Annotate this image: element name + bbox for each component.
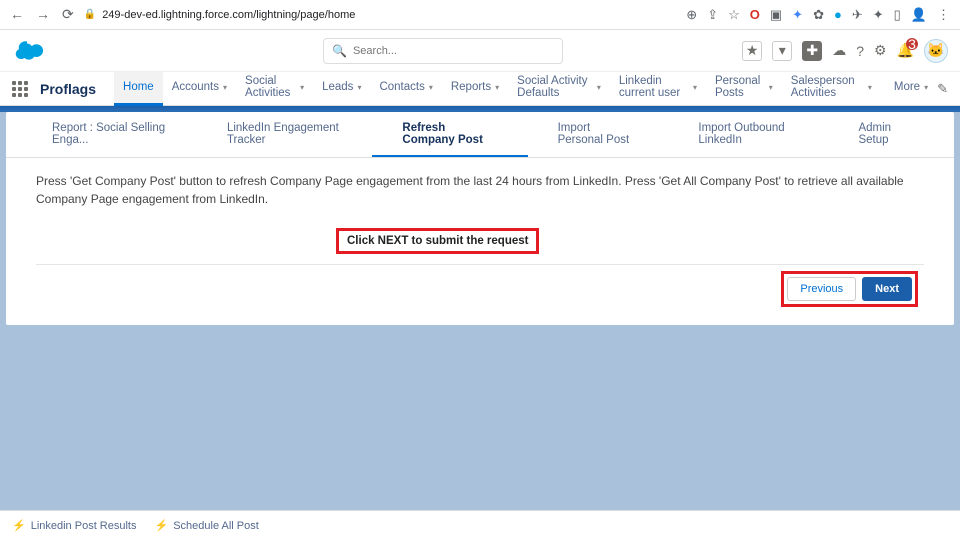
nav-personal-posts[interactable]: Personal Posts▾	[706, 72, 782, 106]
chevron-down-icon[interactable]: ▾	[597, 83, 601, 92]
chevron-down-icon[interactable]: ▾	[924, 83, 928, 92]
user-avatar-icon[interactable]: 🐱	[924, 39, 948, 63]
global-actions-icon[interactable]: ✚	[802, 41, 822, 61]
nav-more[interactable]: More▾	[885, 72, 937, 106]
utility-schedule-all-post[interactable]: ⚡ Schedule All Post	[154, 519, 258, 532]
tab-admin-setup[interactable]: Admin Setup	[828, 112, 938, 157]
highlight-submit-message: Click NEXT to submit the request	[336, 228, 539, 254]
instruction-text: Press 'Get Company Post' button to refre…	[36, 172, 924, 208]
forward-icon[interactable]: →	[36, 6, 50, 23]
lock-icon: 🔒	[84, 9, 96, 20]
url-text: 249-dev-ed.lightning.force.com/lightning…	[102, 9, 355, 21]
chevron-down-icon[interactable]: ▾	[429, 83, 433, 92]
nav-social-activity-defaults[interactable]: Social Activity Defaults▾	[508, 72, 610, 106]
nav-salesperson-activities[interactable]: Salesperson Activities▾	[782, 72, 881, 106]
wizard-buttons: Previous Next	[36, 265, 924, 315]
ext-icon-2[interactable]: ▣	[770, 7, 782, 23]
tab-panel: Press 'Get Company Post' button to refre…	[6, 158, 954, 325]
tab-report-social-selling[interactable]: Report : Social Selling Enga...	[22, 112, 197, 157]
previous-button[interactable]: Previous	[787, 277, 856, 301]
tab-import-personal-post[interactable]: Import Personal Post	[528, 112, 669, 157]
ext-icon-4[interactable]: ✿	[813, 7, 824, 23]
global-header: 🔍 ★ ▾ ✚ ☁ ? ⚙ 🔔3 🐱	[0, 30, 960, 72]
global-search[interactable]: 🔍	[323, 38, 563, 64]
utility-bar: ⚡ Linkedin Post Results ⚡ Schedule All P…	[0, 510, 960, 540]
address-bar[interactable]: 🔒 249-dev-ed.lightning.force.com/lightni…	[84, 9, 356, 21]
ext-icon-5[interactable]: ●	[834, 7, 842, 22]
page-body: Report : Social Selling Enga... LinkedIn…	[0, 106, 960, 510]
notifications-icon[interactable]: 🔔3	[897, 42, 914, 59]
guidance-icon[interactable]: ☁	[832, 42, 846, 59]
next-button[interactable]: Next	[862, 277, 912, 301]
nav-contacts[interactable]: Contacts▾	[370, 72, 441, 106]
reload-icon[interactable]: ⟳	[62, 6, 74, 23]
setup-gear-icon[interactable]: ⚙	[874, 42, 887, 59]
chevron-down-icon[interactable]: ▾	[769, 83, 773, 92]
ext-icon-3[interactable]: ✦	[792, 7, 803, 23]
app-name: Proflags	[40, 81, 96, 97]
extensions-icon[interactable]: ✦	[873, 7, 884, 23]
nav-reports[interactable]: Reports▾	[442, 72, 508, 106]
chevron-down-icon[interactable]: ▾	[693, 83, 697, 92]
tab-import-outbound-linkedin[interactable]: Import Outbound LinkedIn	[668, 112, 828, 157]
nav-home[interactable]: Home	[114, 72, 163, 106]
browser-chrome: ← → ⟳ 🔒 249-dev-ed.lightning.force.com/l…	[0, 0, 960, 30]
main-card: Report : Social Selling Enga... LinkedIn…	[6, 112, 954, 325]
star-icon[interactable]: ☆	[728, 7, 740, 23]
buttons-highlight-box: Previous Next	[781, 271, 918, 307]
notification-badge: 3	[906, 38, 918, 50]
ext-icon-1[interactable]: O	[750, 7, 760, 22]
chevron-down-icon[interactable]: ▾	[495, 83, 499, 92]
search-input[interactable]	[353, 45, 554, 57]
browser-extensions: ⊕ ⇪ ☆ O ▣ ✦ ✿ ● ✈ ✦ ▯ 👤 ⋮	[686, 7, 950, 23]
nav-social-activities[interactable]: Social Activities▾	[236, 72, 313, 106]
zoom-icon[interactable]: ⊕	[686, 7, 697, 23]
salesforce-logo-icon[interactable]	[12, 38, 48, 64]
back-icon[interactable]: ←	[10, 6, 24, 23]
nav-leads[interactable]: Leads▾	[313, 72, 370, 106]
app-launcher-icon[interactable]	[12, 81, 28, 97]
nav-accounts[interactable]: Accounts▾	[163, 72, 236, 106]
tab-refresh-company-post[interactable]: Refresh Company Post	[372, 112, 527, 157]
chevron-down-icon[interactable]: ▾	[300, 83, 304, 92]
nav-linkedin-current-user[interactable]: Linkedin current user▾	[610, 72, 706, 106]
favorites-dropdown-icon[interactable]: ▾	[772, 41, 792, 61]
content-tabs: Report : Social Selling Enga... LinkedIn…	[6, 112, 954, 158]
lightning-icon: ⚡	[12, 519, 26, 532]
help-icon[interactable]: ?	[856, 43, 864, 59]
utility-linkedin-post-results[interactable]: ⚡ Linkedin Post Results	[12, 519, 136, 532]
chevron-down-icon[interactable]: ▾	[868, 83, 872, 92]
edit-nav-icon[interactable]: ✎	[937, 81, 948, 97]
app-nav-bar: Proflags Home Accounts▾ Social Activitie…	[0, 72, 960, 106]
browser-nav-buttons: ← → ⟳	[10, 6, 74, 23]
chevron-down-icon[interactable]: ▾	[357, 83, 361, 92]
chevron-down-icon[interactable]: ▾	[223, 83, 227, 92]
search-icon: 🔍	[332, 44, 347, 58]
ext-icon-6[interactable]: ✈	[852, 7, 863, 23]
profile-avatar-icon[interactable]: 👤	[911, 7, 927, 23]
menu-icon[interactable]: ⋮	[937, 7, 950, 23]
lightning-icon: ⚡	[154, 519, 168, 532]
ext-list-icon[interactable]: ▯	[894, 7, 901, 23]
share-icon[interactable]: ⇪	[707, 7, 718, 23]
header-actions: ★ ▾ ✚ ☁ ? ⚙ 🔔3 🐱	[742, 39, 948, 63]
favorites-icon[interactable]: ★	[742, 41, 762, 61]
tab-linkedin-engagement-tracker[interactable]: LinkedIn Engagement Tracker	[197, 112, 372, 157]
